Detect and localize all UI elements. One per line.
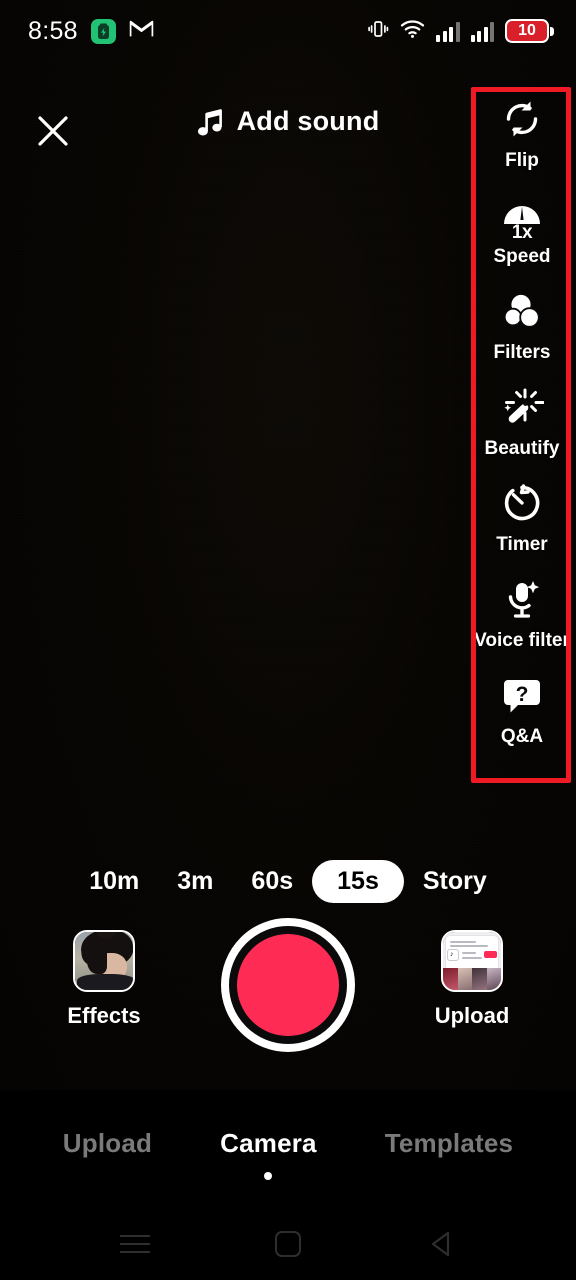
tool-beautify[interactable]: Beautify <box>474 383 570 460</box>
close-button[interactable] <box>30 108 76 154</box>
music-note-icon <box>197 108 222 135</box>
wifi-icon <box>400 18 425 44</box>
home-icon <box>274 1231 301 1257</box>
tab-templates[interactable]: Templates <box>383 1128 515 1159</box>
tool-label: Beautify <box>484 438 560 459</box>
tool-speed[interactable]: 1x Speed <box>474 191 570 268</box>
back-button[interactable] <box>413 1221 469 1267</box>
android-nav-bar <box>0 1208 576 1280</box>
question-bubble-icon: ? <box>498 671 546 719</box>
tool-timer[interactable]: Timer <box>474 479 570 556</box>
active-tab-indicator <box>264 1172 273 1180</box>
capture-row: Effects ♪ Upload <box>0 918 576 1052</box>
home-button[interactable] <box>260 1221 316 1267</box>
tool-label: Flip <box>505 150 539 171</box>
speed-value: 1x <box>511 222 533 243</box>
battery-saver-icon <box>90 18 116 44</box>
signal-bars-icon <box>470 21 494 42</box>
recents-button[interactable] <box>107 1221 163 1267</box>
microphone-sparkle-icon <box>498 575 546 623</box>
tab-upload[interactable]: Upload <box>61 1128 154 1159</box>
tool-label: Filters <box>493 342 551 363</box>
recents-icon <box>119 1235 150 1253</box>
duration-option-10m[interactable]: 10m <box>70 862 158 901</box>
tab-label: Camera <box>220 1128 317 1158</box>
gmail-icon <box>129 19 154 43</box>
upload-label: Upload <box>434 1003 510 1028</box>
tab-camera[interactable]: Camera <box>218 1128 319 1180</box>
record-button[interactable] <box>221 918 355 1052</box>
close-icon <box>38 116 68 146</box>
signal-bars-icon <box>436 21 460 42</box>
tool-voice-filter[interactable]: Voice filter <box>474 575 570 652</box>
filters-circles-icon <box>498 287 546 335</box>
bottom-tab-bar: Upload Camera Templates <box>0 1128 576 1192</box>
speedometer-icon: 1x <box>498 191 546 243</box>
duration-option-15s[interactable]: 15s <box>312 859 404 903</box>
status-time: 8:58 <box>28 16 78 45</box>
svg-text:?: ? <box>516 683 529 706</box>
battery-percent: 10 <box>518 22 536 39</box>
tab-label: Templates <box>384 1128 514 1158</box>
duration-option-3m[interactable]: 3m <box>158 862 232 901</box>
upload-thumbnail: ♪ <box>441 930 503 992</box>
add-sound-button[interactable]: Add sound <box>197 106 380 137</box>
magic-wand-icon <box>498 383 546 431</box>
effects-thumbnail <box>73 930 135 992</box>
status-badge: 10 <box>505 19 554 43</box>
tool-label: Voice filter <box>474 630 570 651</box>
duration-option-60s[interactable]: 60s <box>232 862 312 901</box>
add-sound-label: Add sound <box>236 106 380 136</box>
effects-label: Effects <box>67 1003 141 1028</box>
timer-icon <box>498 479 546 527</box>
tool-label: Speed <box>493 246 551 267</box>
tool-flip[interactable]: Flip <box>474 95 570 172</box>
camera-tool-rail: Flip 1x Speed Filters Beautify Timer Voi… <box>474 95 570 767</box>
status-bar-right: 10 <box>367 18 554 45</box>
tool-qa[interactable]: ? Q&A <box>474 671 570 748</box>
back-icon <box>432 1231 450 1257</box>
flip-camera-icon <box>498 95 546 143</box>
upload-button[interactable]: ♪ Upload <box>397 930 547 1029</box>
tab-label: Upload <box>62 1128 153 1158</box>
effects-button[interactable]: Effects <box>29 930 179 1029</box>
record-inner-circle <box>237 934 339 1036</box>
duration-option-story[interactable]: Story <box>404 862 506 901</box>
duration-selector: 10m 3m 60s 15s Story <box>0 858 576 904</box>
tool-label: Q&A <box>500 726 544 747</box>
tool-filters[interactable]: Filters <box>474 287 570 364</box>
status-bar: 8:58 10 <box>0 0 576 62</box>
tool-label: Timer <box>496 534 548 555</box>
status-bar-left: 8:58 <box>28 17 154 46</box>
vibrate-icon <box>367 18 389 45</box>
